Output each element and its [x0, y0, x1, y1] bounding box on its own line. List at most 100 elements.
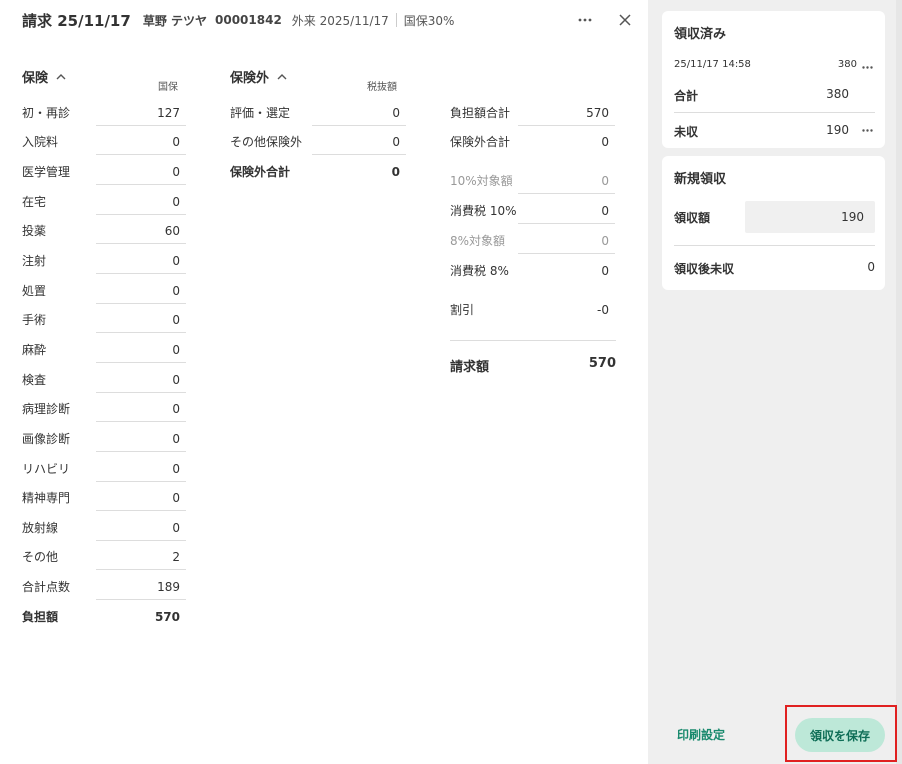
row-label: 精神専門	[22, 491, 71, 505]
more-icon	[578, 18, 592, 22]
unpaid-value: 190	[826, 123, 849, 137]
summary-row: 消費税 8% 0	[450, 256, 615, 285]
patient-id: 00001842	[215, 13, 282, 27]
row-value: 0	[172, 313, 180, 327]
row-label: 処置	[22, 284, 47, 298]
received-total-label: 合計	[674, 89, 699, 103]
window-edge	[896, 0, 902, 764]
row-label: 初・再診	[22, 106, 71, 120]
insured-row: 放射線 0	[22, 513, 186, 542]
row-value: 0	[392, 135, 400, 149]
after-receipt: 領収後未収 0	[674, 260, 875, 277]
card-divider	[674, 245, 875, 246]
row-value: 0	[172, 432, 180, 446]
row-label: 放射線	[22, 521, 59, 535]
row-label: 在宅	[22, 195, 47, 209]
row-value: 127	[157, 106, 180, 120]
chevron-up-icon	[277, 74, 287, 80]
insured-row: 画像診断 0	[22, 424, 186, 453]
invoice-total-value: 570	[588, 356, 616, 371]
summary-row: 保険外合計 0	[450, 127, 615, 156]
print-settings-link[interactable]: 印刷設定	[677, 726, 725, 743]
total-divider	[450, 340, 616, 341]
row-value: 0	[172, 373, 180, 387]
more-button[interactable]	[574, 9, 596, 31]
row-label: 注射	[22, 254, 47, 268]
patient-name: 草野 テツヤ	[142, 13, 207, 28]
row-label: 評価・選定	[230, 106, 291, 120]
row-value: -0	[597, 303, 609, 317]
row-label: 保険外合計	[450, 135, 511, 149]
invoice-header: 請求 25/11/17 草野 テツヤ 00001842 外来 2025/11/1…	[22, 10, 454, 30]
summary-row: 8%対象額 0	[450, 226, 615, 255]
new-receipt-title: 新規領収	[674, 172, 727, 187]
chevron-up-icon	[56, 74, 66, 80]
insured-row: 処置 0	[22, 276, 186, 305]
received-total: 合計 380	[674, 87, 873, 104]
received-entry-amount: 380	[837, 59, 857, 70]
row-label: 医学管理	[22, 165, 71, 179]
row-value: 0	[172, 462, 180, 476]
summary-row: 割引 -0	[450, 295, 615, 324]
row-value: 2	[172, 550, 180, 564]
insured-row: 手術 0	[22, 305, 186, 334]
row-value: 0	[172, 343, 180, 357]
row-label: 負担額	[22, 610, 59, 624]
row-value: 0	[172, 165, 180, 179]
after-receipt-value: 0	[867, 260, 875, 274]
row-label: 投薬	[22, 224, 47, 238]
uninsured-total-row: 保険外合計 0	[230, 157, 406, 186]
insured-section-title: 保険	[22, 71, 49, 86]
insured-total-row: 負担額 570	[22, 602, 186, 631]
row-label: 負担額合計	[450, 106, 511, 120]
row-label: 入院料	[22, 135, 59, 149]
close-icon	[619, 14, 631, 26]
visit-info: 外来 2025/11/17	[291, 13, 389, 28]
row-value: 0	[172, 521, 180, 535]
row-label: 麻酔	[22, 343, 47, 357]
unpaid-more-button[interactable]	[862, 122, 873, 135]
row-label: その他	[22, 550, 59, 564]
row-value: 0	[172, 284, 180, 298]
row-value: 0	[172, 195, 180, 209]
receipt-amount-input[interactable]	[745, 201, 875, 233]
row-value: 60	[164, 224, 180, 238]
row-value: 189	[157, 580, 180, 594]
insured-row: 精神専門 0	[22, 483, 186, 512]
after-receipt-label: 領収後未収	[674, 262, 735, 276]
received-total-value: 380	[826, 87, 849, 101]
row-value: 0	[601, 234, 609, 248]
row-label: リハビリ	[22, 462, 71, 476]
row-label: 割引	[450, 303, 475, 317]
row-value: 0	[172, 135, 180, 149]
close-button[interactable]	[614, 9, 636, 31]
insured-row: 投薬 60	[22, 216, 186, 245]
uninsured-row: その他保険外 0	[230, 127, 406, 156]
save-receipt-button[interactable]: 領収を保存	[795, 718, 885, 752]
uninsured-row: 評価・選定 0	[230, 98, 406, 127]
insured-row: 注射 0	[22, 246, 186, 275]
row-value: 0	[392, 106, 400, 120]
header-divider	[395, 13, 397, 27]
row-value: 570	[586, 106, 609, 120]
row-label: 合計点数	[22, 580, 71, 594]
summary-row: 負担額合計 570	[450, 98, 615, 127]
row-label: 画像診断	[22, 432, 71, 446]
row-value: 0	[601, 264, 609, 278]
row-value: 0	[172, 402, 180, 416]
received-entry-date: 25/11/17 14:58	[674, 59, 751, 70]
more-icon	[862, 66, 873, 69]
insured-row: 病理診断 0	[22, 394, 186, 423]
insured-row: その他 2	[22, 542, 186, 571]
entry-more-button[interactable]	[862, 59, 873, 72]
received-title: 領収済み	[674, 27, 727, 42]
invoice-total-label: 請求額	[450, 360, 490, 375]
insurance-info: 国保30%	[403, 13, 455, 28]
uninsured-section-toggle[interactable]: 保険外	[230, 67, 287, 86]
received-entry: 25/11/17 14:58 380	[674, 59, 873, 70]
insured-row: 在宅 0	[22, 187, 186, 216]
insured-row: 初・再診 127	[22, 98, 186, 127]
insured-section-toggle[interactable]: 保険	[22, 67, 66, 86]
unpaid: 未収 190	[674, 123, 873, 140]
unpaid-label: 未収	[674, 125, 699, 139]
